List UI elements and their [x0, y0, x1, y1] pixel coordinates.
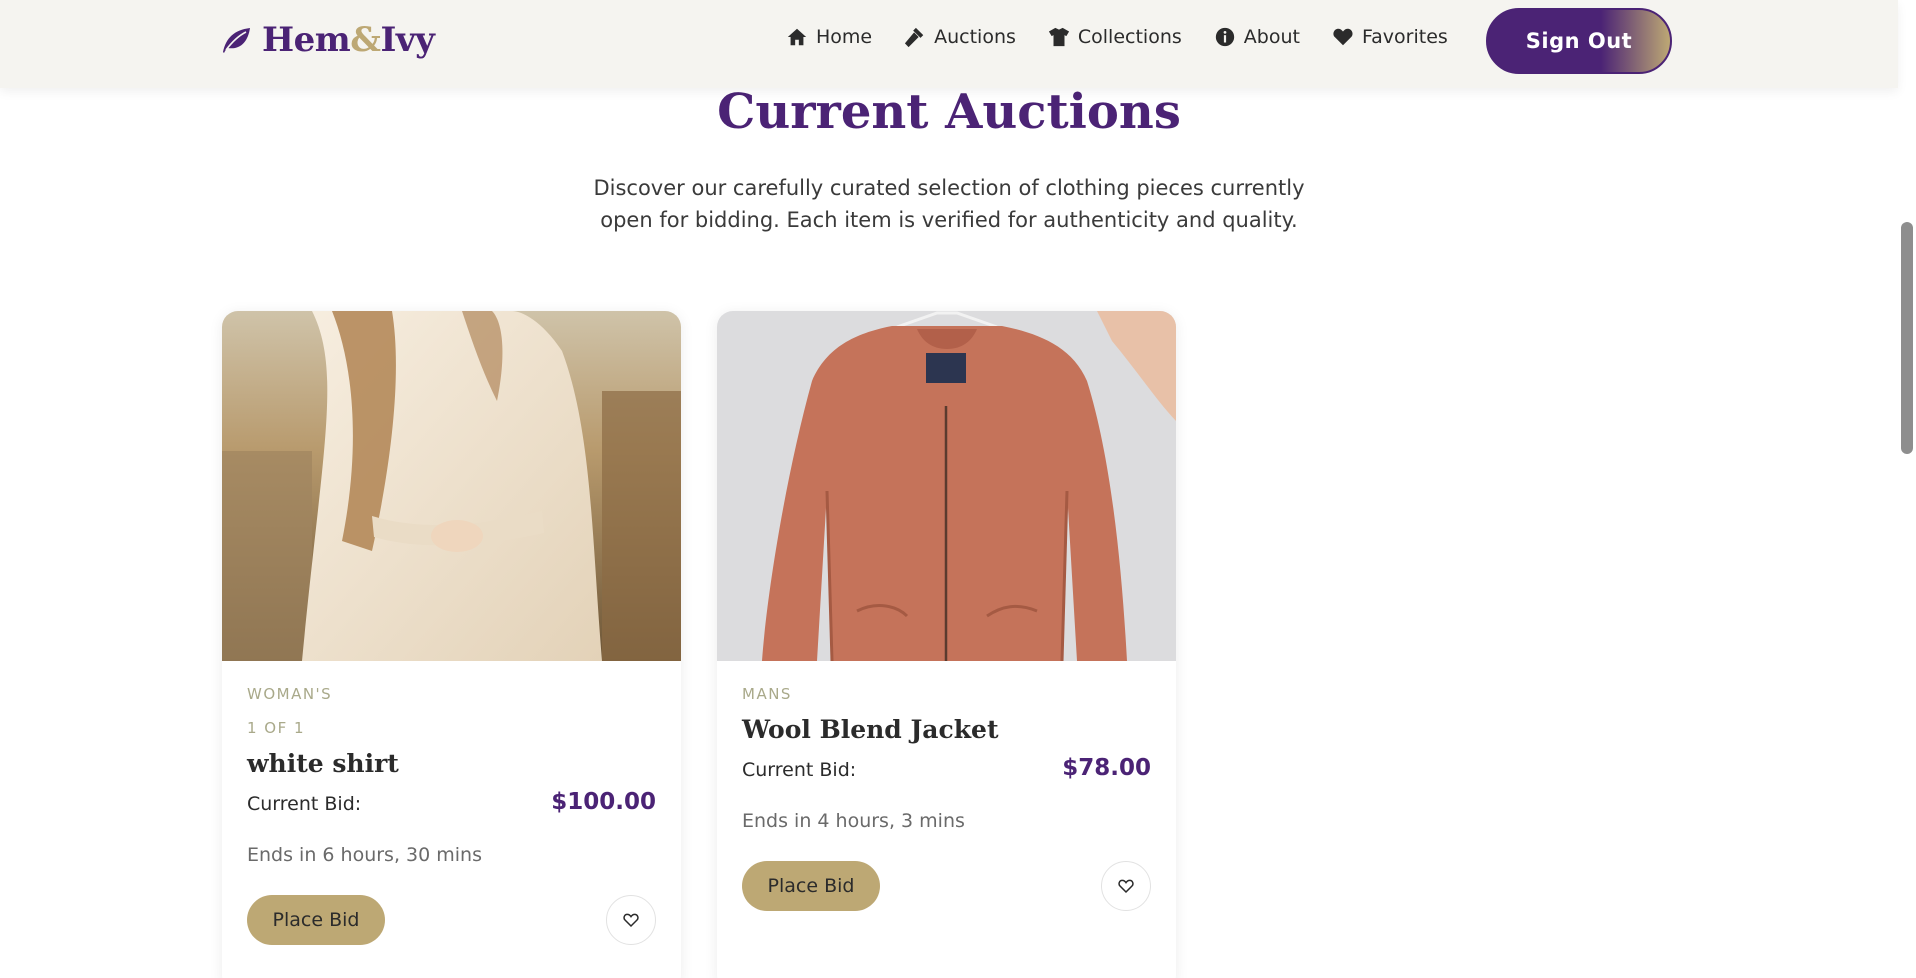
page-scrollbar[interactable] — [1898, 0, 1916, 978]
info-icon — [1215, 27, 1234, 47]
nav-home[interactable]: Home — [786, 26, 872, 48]
sign-out-button[interactable]: Sign Out — [1486, 8, 1672, 74]
nav-collections-label: Collections — [1077, 26, 1182, 48]
site-header: Hem&Ivy Home Auctions Collections About … — [0, 0, 1898, 88]
nav-favorites[interactable]: Favorites — [1332, 26, 1448, 48]
nav-home-label: Home — [816, 26, 873, 48]
heart-outline-icon — [1118, 879, 1134, 894]
home-icon — [787, 28, 807, 46]
nav-favorites-label: Favorites — [1361, 26, 1448, 48]
card-image-counter: 1 OF 1 — [247, 719, 306, 737]
auction-ends-text: Ends in 4 hours, 3 mins — [742, 810, 965, 832]
place-bid-button[interactable]: Place Bid — [247, 895, 385, 945]
main-nav: Home Auctions Collections About Favorite… — [786, 26, 1480, 48]
nav-about-label: About — [1243, 26, 1300, 48]
card-category: WOMAN'S — [247, 685, 333, 703]
auction-card: MANS Wool Blend Jacket Current Bid: $78.… — [717, 311, 1176, 978]
leaf-icon — [223, 28, 250, 53]
page-description: Discover our carefully curated selection… — [593, 176, 1305, 232]
nav-auctions[interactable]: Auctions — [904, 26, 1016, 48]
heart-icon — [1333, 28, 1353, 46]
nav-auctions-label: Auctions — [934, 26, 1016, 48]
favorite-button[interactable] — [606, 895, 656, 945]
brand-name: Hem&Ivy — [262, 20, 435, 60]
brand-logo[interactable]: Hem&Ivy — [220, 20, 435, 60]
auction-ends-text: Ends in 6 hours, 30 mins — [247, 844, 482, 866]
current-bid-label: Current Bid: — [742, 759, 857, 781]
place-bid-button[interactable]: Place Bid — [742, 861, 880, 911]
auction-card: WOMAN'S 1 OF 1 white shirt Current Bid: … — [222, 311, 681, 978]
page-title: Current Auctions — [717, 84, 1181, 140]
gavel-icon — [905, 27, 924, 48]
card-category: MANS — [742, 685, 792, 703]
favorite-button[interactable] — [1101, 861, 1151, 911]
product-image-white-shirt[interactable] — [222, 311, 681, 661]
nav-about[interactable]: About — [1214, 26, 1300, 48]
current-bid-value: $100.00 — [551, 789, 656, 815]
card-title[interactable]: Wool Blend Jacket — [742, 715, 999, 744]
current-bid-label: Current Bid: — [247, 793, 362, 815]
shirt-icon — [1048, 27, 1069, 47]
current-bid-value: $78.00 — [1062, 755, 1151, 781]
scrollbar-thumb[interactable] — [1901, 222, 1913, 454]
nav-collections[interactable]: Collections — [1048, 26, 1182, 48]
card-title[interactable]: white shirt — [247, 749, 399, 778]
product-image-wool-jacket[interactable] — [717, 311, 1176, 661]
heart-outline-icon — [623, 913, 639, 928]
